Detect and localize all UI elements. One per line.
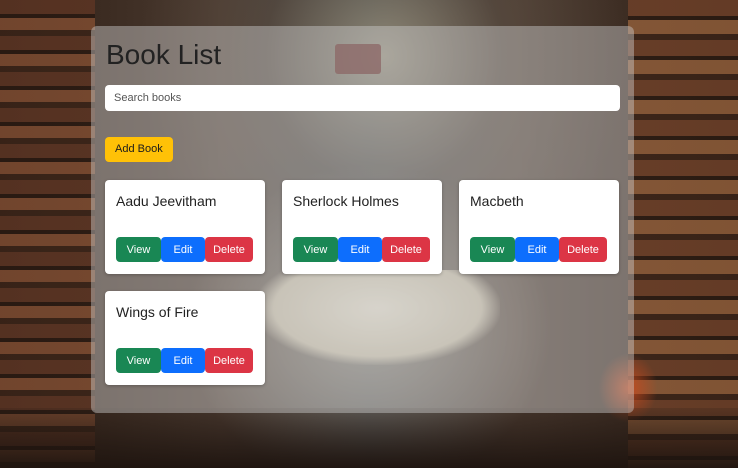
- book-title: Sherlock Holmes: [293, 193, 399, 209]
- delete-button[interactable]: Delete: [205, 348, 253, 373]
- view-button[interactable]: View: [470, 237, 515, 262]
- book-actions: View Edit Delete: [116, 237, 253, 263]
- delete-button[interactable]: Delete: [205, 237, 253, 262]
- edit-button[interactable]: Edit: [161, 348, 205, 373]
- page-title: Book List: [106, 39, 222, 70]
- view-button[interactable]: View: [293, 237, 338, 262]
- book-actions: View Edit Delete: [470, 237, 607, 263]
- edit-button[interactable]: Edit: [161, 237, 205, 262]
- edit-button[interactable]: Edit: [338, 237, 382, 262]
- book-title: Wings of Fire: [116, 304, 199, 320]
- edit-button[interactable]: Edit: [515, 237, 559, 262]
- delete-button[interactable]: Delete: [382, 237, 430, 262]
- book-card: Macbeth View Edit Delete: [459, 180, 619, 274]
- background-floor: [0, 408, 738, 468]
- view-button[interactable]: View: [116, 348, 161, 373]
- add-book-button[interactable]: Add Book: [105, 137, 173, 162]
- search-input[interactable]: [105, 85, 620, 111]
- book-card: Sherlock Holmes View Edit Delete: [282, 180, 442, 274]
- delete-button[interactable]: Delete: [559, 237, 607, 262]
- book-actions: View Edit Delete: [293, 237, 430, 263]
- background-bookshelf-left: [0, 0, 95, 468]
- book-title: Aadu Jeevitham: [116, 193, 217, 209]
- book-actions: View Edit Delete: [116, 348, 253, 374]
- book-card: Aadu Jeevitham View Edit Delete: [105, 180, 265, 274]
- view-button[interactable]: View: [116, 237, 161, 262]
- book-list-panel: Book List Add Book Aadu Jeevitham View E…: [91, 26, 634, 413]
- book-card: Wings of Fire View Edit Delete: [105, 291, 265, 385]
- book-title: Macbeth: [470, 193, 524, 209]
